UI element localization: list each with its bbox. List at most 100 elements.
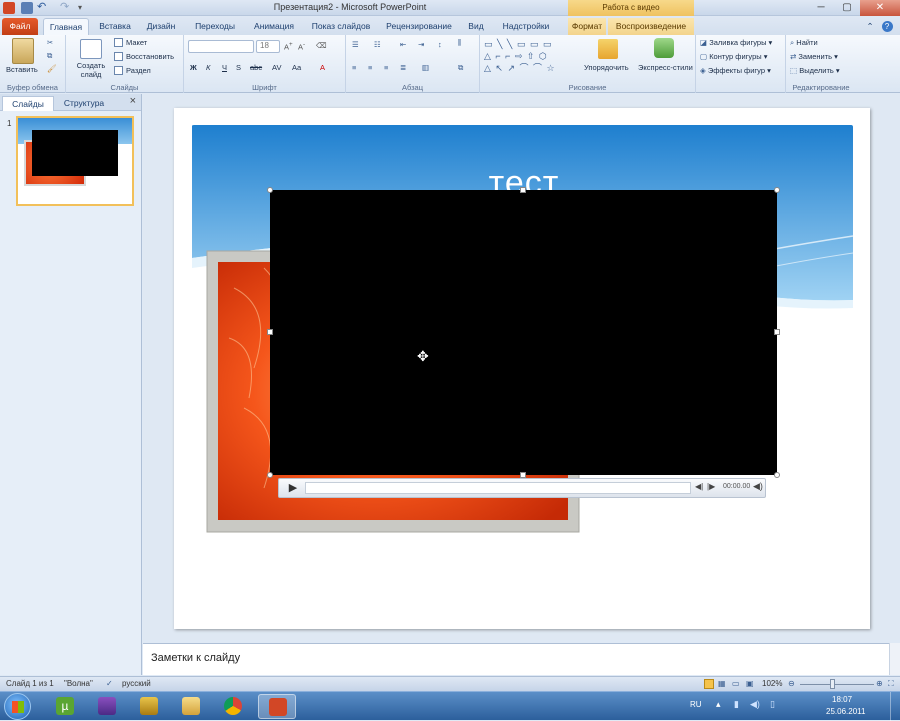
line-spacing-icon[interactable]: ↕: [438, 40, 442, 49]
video-frame[interactable]: [270, 190, 777, 475]
start-button[interactable]: [4, 693, 31, 720]
paste-button[interactable]: Вставить: [6, 65, 38, 74]
shape-fill-button[interactable]: ◪ Заливка фигуры ▾: [700, 38, 772, 47]
tray-chevron-icon[interactable]: ▴: [716, 699, 721, 710]
tray-date[interactable]: 25.06.2011: [826, 707, 865, 716]
arrange-button[interactable]: Упорядочить: [584, 63, 629, 72]
power-icon[interactable]: ▯: [770, 699, 775, 710]
input-language[interactable]: RU: [690, 700, 702, 709]
shadow-icon[interactable]: S: [236, 63, 241, 72]
shapes-gallery[interactable]: ▭ ╲ ╲ ▭ ▭ ▭ △ ⌐ ⌐ ⇨ ⇧ ⬡ △ ↖ ↗ ⌒ ⌒ ☆: [484, 38, 572, 78]
skip-back-icon[interactable]: ◀|: [695, 482, 703, 491]
normal-view-icon[interactable]: [704, 679, 714, 689]
tab-home[interactable]: Главная: [43, 18, 89, 35]
selection-handle[interactable]: [774, 329, 780, 335]
format-painter-icon[interactable]: 🖌: [47, 64, 57, 73]
taskbar-chrome[interactable]: [214, 694, 252, 719]
slide-thumbnail[interactable]: [16, 116, 134, 206]
tab-outline[interactable]: Структура: [56, 96, 112, 111]
tab-insert[interactable]: Вставка: [94, 18, 136, 35]
tab-playback[interactable]: Воспроизведение: [608, 18, 694, 35]
taskbar-app-2[interactable]: [88, 694, 126, 719]
new-slide-button[interactable]: Создать слайд: [76, 61, 106, 79]
customize-qat-icon[interactable]: ▾: [78, 2, 90, 14]
tab-slideshow[interactable]: Показ слайдов: [308, 18, 374, 35]
volume-tray-icon[interactable]: ◀): [750, 699, 760, 710]
quick-styles-button[interactable]: Экспресс-стили: [638, 63, 693, 72]
redo-icon[interactable]: ↷: [60, 2, 72, 14]
selection-handle[interactable]: [267, 329, 273, 335]
tab-design[interactable]: Дизайн: [140, 18, 182, 35]
selection-handle[interactable]: [520, 187, 526, 193]
columns-icon[interactable]: ▥: [422, 63, 429, 72]
reset-button[interactable]: Восстановить: [126, 52, 174, 61]
maximize-button[interactable]: ▢: [834, 0, 860, 16]
tab-file[interactable]: Файл: [2, 18, 38, 35]
text-direction-icon[interactable]: ⫼: [458, 38, 461, 48]
shrink-font-icon[interactable]: A-: [298, 41, 305, 52]
vertical-scrollbar[interactable]: [889, 643, 900, 675]
save-icon[interactable]: [21, 2, 33, 14]
zoom-slider[interactable]: [800, 684, 874, 685]
taskbar-app-3[interactable]: [130, 694, 168, 719]
new-slide-icon[interactable]: [80, 39, 102, 59]
grow-font-icon[interactable]: A+: [284, 41, 293, 52]
zoom-out-icon[interactable]: ⊖: [788, 679, 795, 688]
zoom-level[interactable]: 102%: [762, 679, 782, 688]
slide-canvas[interactable]: тест ✥ ▶ ◀| |▶ 00:00.00 ◀): [174, 108, 870, 629]
taskbar-explorer[interactable]: [172, 694, 210, 719]
ribbon-minimize-icon[interactable]: ⌃: [864, 18, 876, 35]
tab-review[interactable]: Рецензирование: [380, 18, 458, 35]
font-color-icon[interactable]: A: [320, 63, 325, 72]
decrease-indent-icon[interactable]: ⇤: [400, 40, 406, 49]
selection-handle[interactable]: [774, 187, 780, 193]
volume-icon[interactable]: ◀): [753, 481, 763, 492]
arrange-icon[interactable]: [598, 39, 618, 59]
align-center-icon[interactable]: ≡: [368, 63, 372, 72]
clear-format-icon[interactable]: ⌫: [316, 41, 327, 50]
tab-format[interactable]: Формат: [568, 18, 606, 35]
replace-button[interactable]: ⇄ Заменить ▾: [790, 52, 838, 61]
shape-outline-button[interactable]: ▢ Контур фигуры ▾: [700, 52, 768, 61]
tab-animation[interactable]: Анимация: [248, 18, 300, 35]
tab-view[interactable]: Вид: [464, 18, 488, 35]
quick-styles-icon[interactable]: [654, 38, 674, 58]
selection-handle[interactable]: [774, 472, 780, 478]
tray-clock[interactable]: 18:07: [832, 695, 852, 704]
bullets-icon[interactable]: ☰: [352, 40, 359, 49]
close-panel-icon[interactable]: ×: [130, 95, 136, 107]
bold-icon[interactable]: Ж: [190, 63, 197, 72]
strikethrough-icon[interactable]: abc: [250, 63, 262, 72]
italic-icon[interactable]: К: [206, 63, 210, 72]
select-button[interactable]: ⬚ Выделить ▾: [790, 66, 840, 75]
layout-button[interactable]: Макет: [126, 38, 147, 47]
align-left-icon[interactable]: ≡: [352, 63, 356, 72]
help-icon[interactable]: ?: [880, 18, 894, 35]
spacing-icon[interactable]: AV: [272, 63, 281, 72]
paste-icon[interactable]: [12, 38, 34, 64]
find-button[interactable]: ⌕ Найти: [790, 38, 818, 48]
cut-icon[interactable]: ✂: [47, 38, 53, 47]
taskbar-utorrent[interactable]: µ: [46, 694, 84, 719]
slideshow-view-icon[interactable]: ▣: [746, 679, 754, 688]
selection-handle[interactable]: [267, 187, 273, 193]
align-right-icon[interactable]: ≡: [384, 63, 388, 72]
tab-slides[interactable]: Слайды: [2, 96, 54, 111]
play-button[interactable]: ▶: [283, 481, 303, 495]
copy-icon[interactable]: ⧉: [47, 51, 52, 61]
show-desktop-button[interactable]: [890, 692, 900, 721]
font-name-box[interactable]: [188, 40, 254, 53]
network-icon[interactable]: ▮: [734, 699, 739, 710]
close-button[interactable]: ✕: [860, 0, 900, 16]
font-size-box[interactable]: 18: [256, 40, 280, 53]
tab-transitions[interactable]: Переходы: [190, 18, 240, 35]
selection-handle[interactable]: [267, 472, 273, 478]
skip-forward-icon[interactable]: |▶: [707, 482, 715, 491]
change-case-icon[interactable]: Aa: [292, 63, 301, 72]
underline-icon[interactable]: Ч: [222, 63, 227, 72]
shape-effects-button[interactable]: ◈ Эффекты фигур ▾: [700, 66, 771, 75]
minimize-button[interactable]: ─: [808, 0, 834, 16]
justify-icon[interactable]: ≣: [400, 63, 406, 72]
slide-sorter-icon[interactable]: ▦: [718, 679, 726, 688]
spellcheck-icon[interactable]: ✓: [106, 679, 113, 688]
